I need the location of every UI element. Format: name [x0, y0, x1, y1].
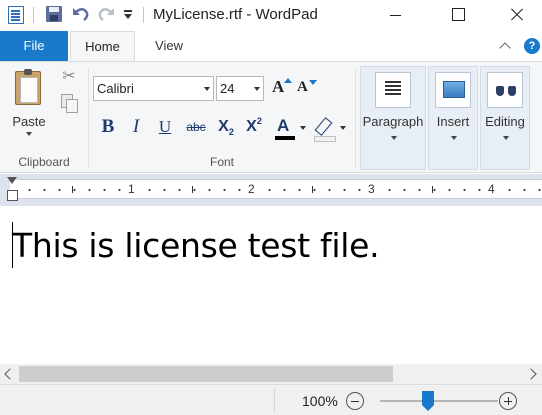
copy-icon[interactable]: [61, 94, 78, 113]
ruler-half-tick: [312, 186, 313, 193]
window-title: MyLicense.rtf - WordPad: [153, 6, 318, 23]
highlighter-icon[interactable]: [313, 116, 336, 142]
cut-icon[interactable]: ✂: [61, 68, 77, 86]
indent-marker[interactable]: [6, 177, 18, 201]
redo-icon[interactable]: [96, 4, 116, 24]
ribbon: Paste ✂ Clipboard Calibri 24 A A B I U a…: [0, 61, 542, 173]
tab-view[interactable]: View: [140, 31, 198, 61]
tab-file[interactable]: File: [0, 31, 68, 61]
scroll-left-icon[interactable]: [0, 364, 18, 384]
bold-button[interactable]: B: [98, 114, 118, 140]
title-bar: MyLicense.rtf - WordPad: [0, 0, 542, 31]
highlight-dropdown-icon[interactable]: [340, 126, 346, 130]
zoom-in-icon[interactable]: [499, 392, 517, 410]
editing-label: Editing: [485, 114, 525, 129]
strikethrough-button[interactable]: abc: [183, 114, 209, 140]
clipboard-icon: [15, 69, 41, 105]
customize-dropdown-icon[interactable]: [122, 8, 134, 22]
grow-font-icon[interactable]: A: [272, 77, 294, 99]
insert-group-button[interactable]: Insert: [428, 66, 478, 170]
chevron-down-icon: [503, 136, 509, 140]
font-family-value: Calibri: [97, 81, 134, 96]
document-text[interactable]: This is license test file.: [12, 226, 380, 265]
ruler-mark-3: 3: [366, 182, 377, 196]
italic-button[interactable]: I: [126, 114, 146, 140]
subscript-mark: 2: [228, 127, 234, 137]
group-separator: [355, 68, 356, 168]
wordpad-icon[interactable]: [8, 6, 24, 24]
font-size-value: 24: [220, 81, 235, 96]
scroll-right-icon[interactable]: [524, 364, 542, 384]
save-icon[interactable]: [46, 6, 62, 22]
zoom-out-icon[interactable]: [346, 392, 364, 410]
paste-dropdown-icon: [26, 132, 32, 136]
ruler-half-tick: [432, 186, 433, 193]
font-family-select[interactable]: Calibri: [93, 76, 214, 101]
help-icon[interactable]: ?: [524, 38, 540, 54]
paragraph-icon: [375, 72, 411, 108]
ruler-half-tick: [72, 186, 73, 193]
undo-icon[interactable]: [71, 4, 91, 24]
chevron-down-icon: [204, 87, 210, 91]
close-button[interactable]: [496, 0, 541, 31]
paste-label: Paste: [12, 114, 46, 129]
title-separator: [33, 7, 34, 23]
ruler-half-tick: [192, 186, 193, 193]
ruler[interactable]: 1 2 3 4: [10, 179, 542, 200]
scroll-thumb[interactable]: [19, 366, 393, 382]
superscript-glyph: X: [246, 118, 257, 135]
status-bar: 100%: [0, 384, 542, 415]
superscript-mark: 2: [256, 116, 262, 126]
paragraph-group-button[interactable]: Paragraph: [360, 66, 426, 170]
ruler-ticks: [22, 180, 542, 200]
horizontal-scrollbar[interactable]: [0, 364, 542, 384]
maximize-button[interactable]: [434, 0, 479, 31]
chevron-down-icon: [254, 87, 260, 91]
tab-home[interactable]: Home: [70, 31, 135, 62]
chevron-down-icon: [391, 136, 397, 140]
ruler-mark-2: 2: [246, 182, 257, 196]
ruler-mark-4: 4: [486, 182, 497, 196]
find-binoculars-icon: [487, 72, 523, 108]
paste-button[interactable]: Paste: [6, 68, 52, 140]
font-size-select[interactable]: 24: [216, 76, 264, 101]
shrink-font-icon[interactable]: A: [297, 79, 319, 101]
ruler-mark-1: 1: [126, 182, 137, 196]
collapse-ribbon-icon[interactable]: [499, 40, 511, 52]
minimize-button[interactable]: [372, 0, 417, 31]
editing-group-button[interactable]: Editing: [480, 66, 530, 170]
paragraph-label: Paragraph: [362, 114, 424, 129]
title-separator: [143, 7, 144, 23]
group-separator: [88, 68, 89, 168]
text-color-button[interactable]: A: [274, 116, 296, 140]
ribbon-tabs: File Home View ?: [0, 31, 542, 62]
insert-label: Insert: [436, 114, 470, 129]
clipboard-group-label: Clipboard: [18, 155, 70, 169]
superscript-button[interactable]: X2: [242, 114, 266, 140]
subscript-button[interactable]: X2: [214, 114, 238, 140]
ruler-bar: 1 2 3 4: [0, 174, 542, 206]
text-color-icon: A: [277, 116, 290, 135]
status-separator: [274, 389, 275, 413]
zoom-slider-thumb[interactable]: [422, 391, 434, 411]
text-color-dropdown-icon[interactable]: [300, 126, 306, 130]
font-group-label: Font: [209, 155, 234, 169]
zoom-level: 100%: [302, 393, 338, 409]
zoom-slider-track[interactable]: [380, 400, 498, 402]
subscript-glyph: X: [218, 118, 229, 135]
document-area[interactable]: This is license test file.: [0, 206, 542, 364]
insert-picture-icon: [435, 72, 471, 108]
chevron-down-icon: [451, 136, 457, 140]
underline-button[interactable]: U: [155, 114, 175, 140]
